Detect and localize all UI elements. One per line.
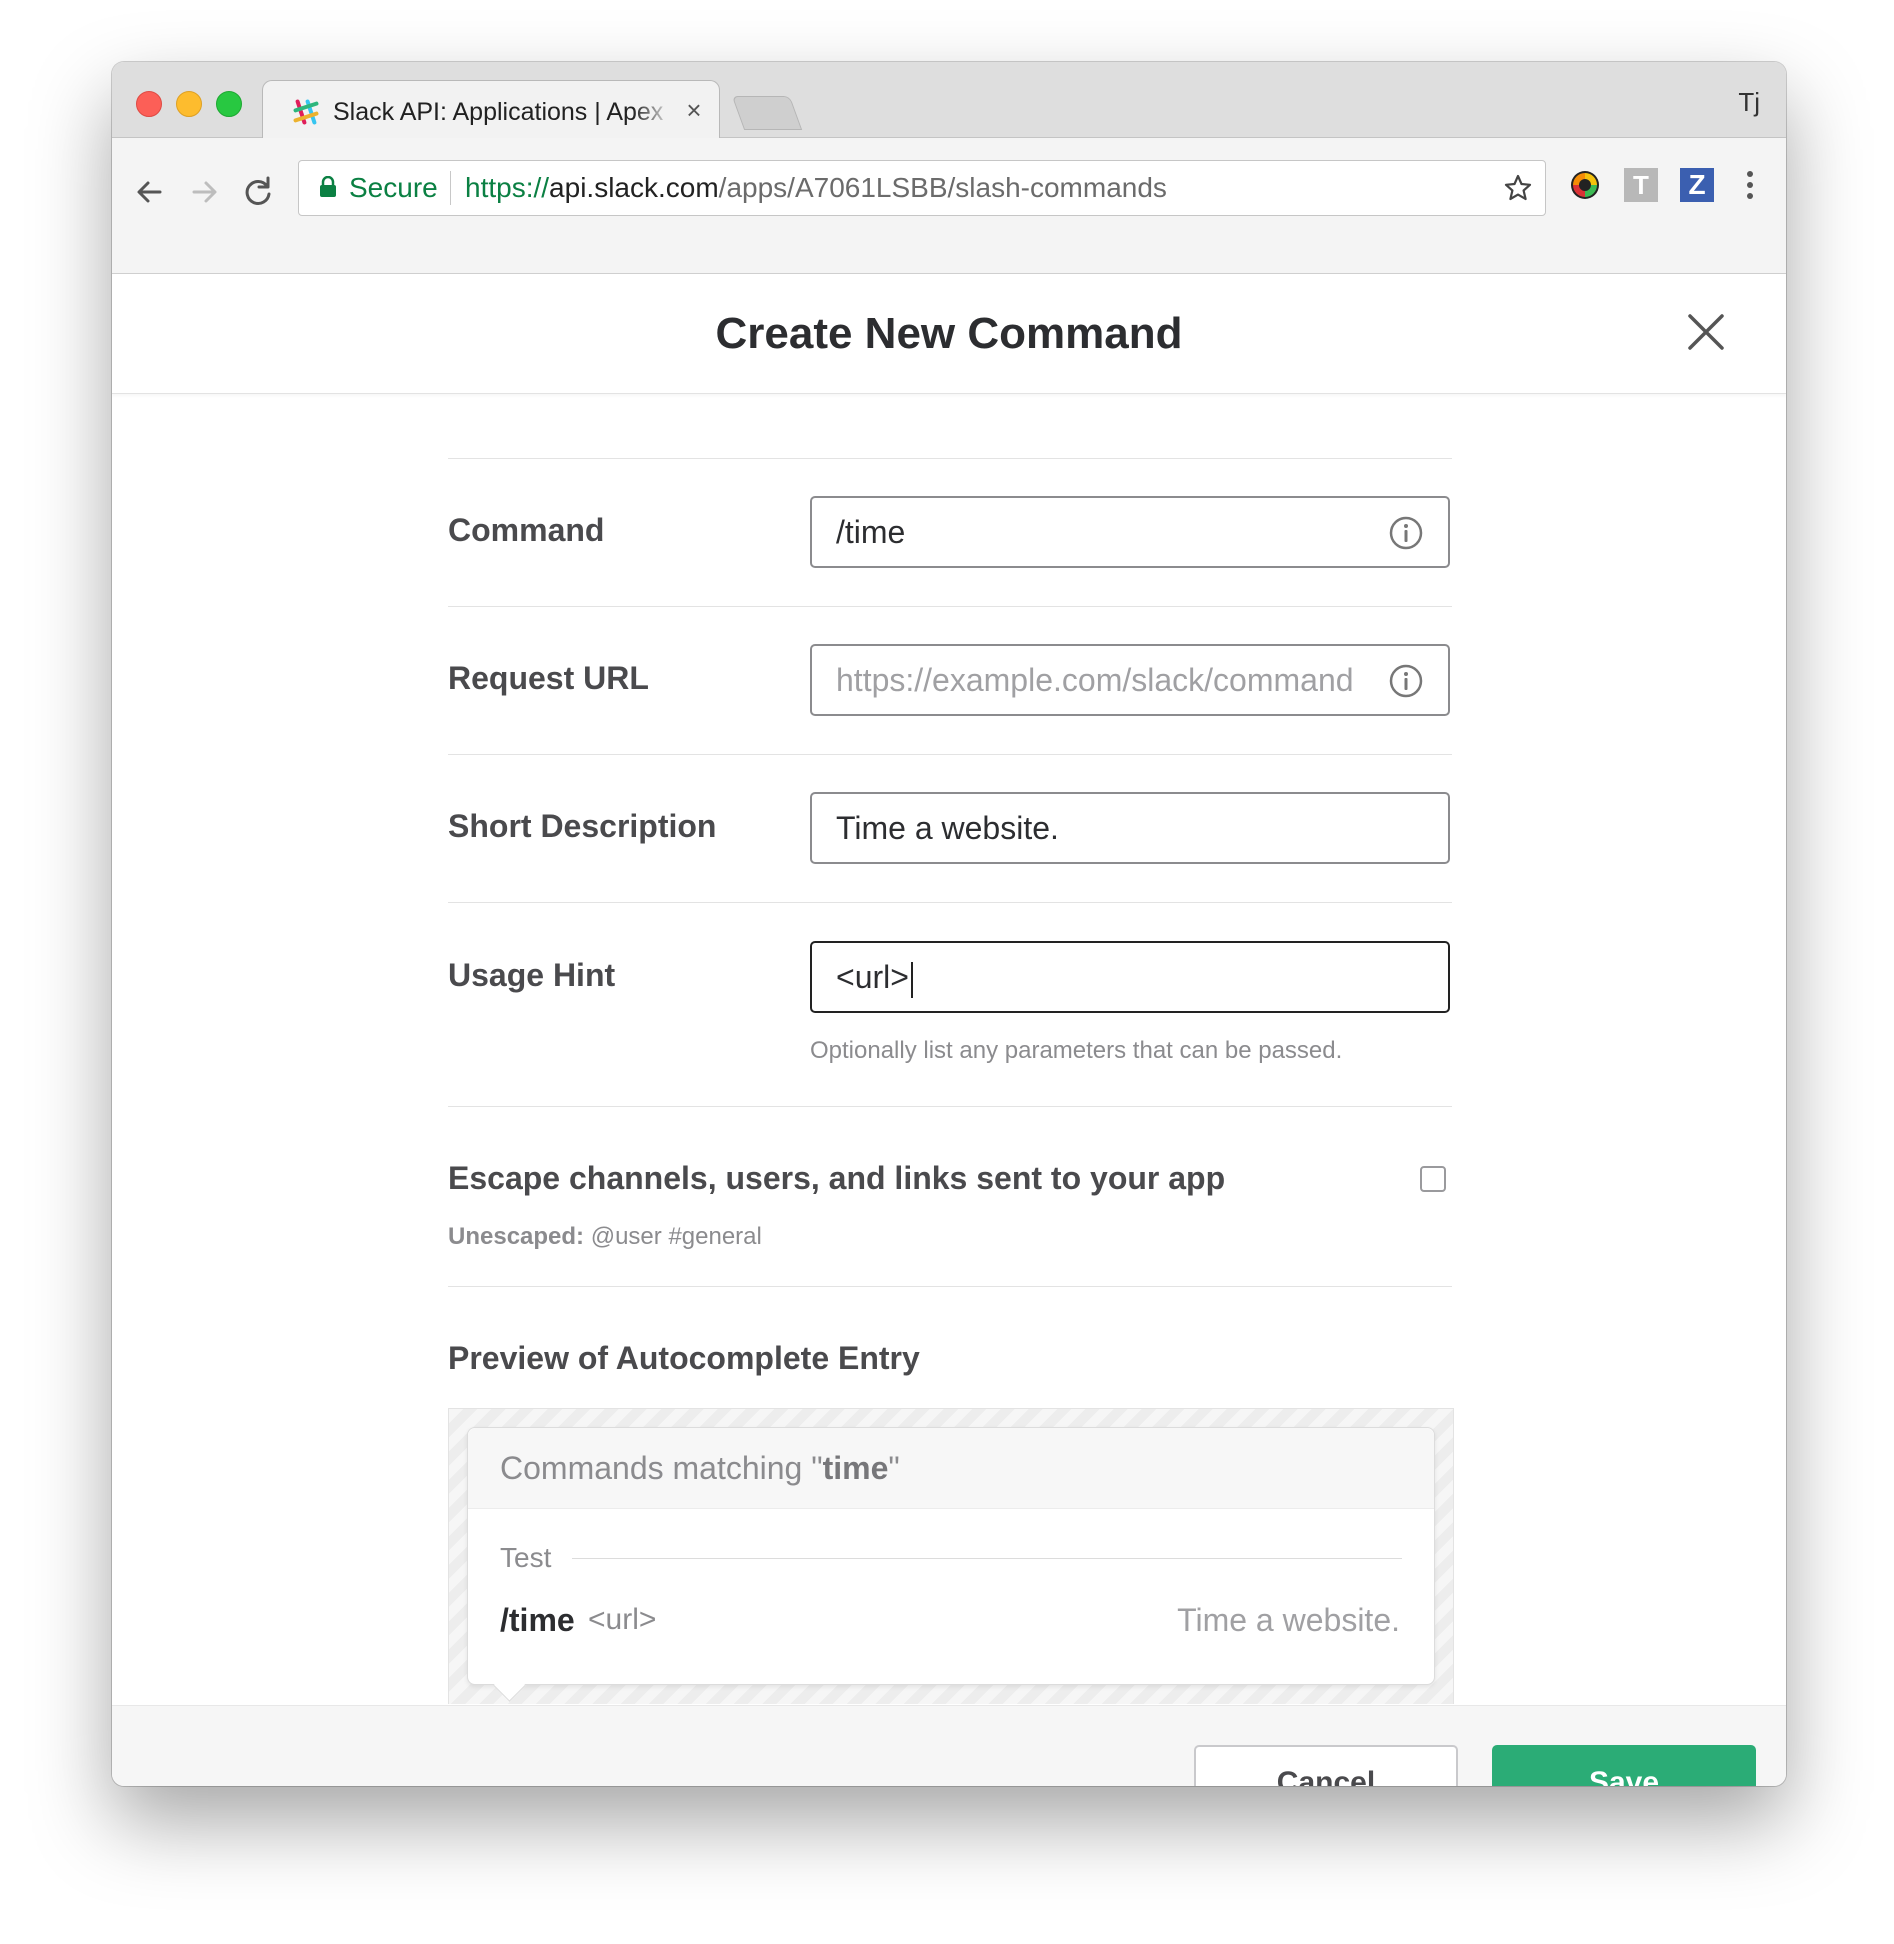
divider	[448, 1106, 1452, 1107]
autocomplete-description: Time a website.	[1177, 1602, 1400, 1638]
bookmark-star-icon[interactable]	[1503, 173, 1533, 203]
divider	[448, 458, 1452, 459]
escape-example: Unescaped: @user #general	[448, 1220, 762, 1254]
request-url-label: Request URL	[448, 660, 649, 696]
omnibox-separator	[450, 171, 451, 205]
command-input[interactable]: /time	[810, 496, 1450, 568]
cancel-button[interactable]: Cancel	[1194, 1745, 1458, 1786]
usage-hint-help: Optionally list any parameters that can …	[810, 1037, 1343, 1064]
tab-close-icon[interactable]: ×	[679, 93, 709, 127]
back-arrow-icon[interactable]	[130, 172, 170, 212]
escape-example-label: Unescaped:	[448, 1223, 585, 1250]
forward-arrow-icon[interactable]	[184, 172, 224, 212]
autocomplete-preview: Commands matching "time" Test /time <url…	[448, 1408, 1454, 1704]
usage-hint-input[interactable]: <url>	[810, 941, 1450, 1013]
info-icon[interactable]	[1388, 515, 1424, 551]
divider	[448, 606, 1452, 607]
url-path: /apps/A7061LSBB/slash-commands	[718, 172, 1167, 203]
autocomplete-command: /time	[500, 1602, 575, 1638]
command-input-value: /time	[836, 514, 906, 550]
request-url-input[interactable]: https://example.com/slack/command	[810, 644, 1450, 716]
short-description-input[interactable]: Time a website.	[810, 792, 1450, 864]
command-label: Command	[448, 512, 605, 548]
autocomplete-hint: <url>	[588, 1603, 657, 1636]
divider	[448, 902, 1452, 903]
modal-title: Create New Command	[715, 309, 1183, 358]
autocomplete-header-prefix: Commands matching "	[500, 1450, 823, 1486]
new-tab-button[interactable]	[731, 96, 803, 130]
zoom-window-button[interactable]	[216, 91, 242, 117]
browser-window: Slack API: Applications | Apex × Tj Secu…	[112, 62, 1786, 1786]
browser-toolbar: Secure https://api.slack.com/apps/A7061L…	[112, 138, 1786, 274]
autocomplete-group-label: Test	[500, 1542, 552, 1573]
close-window-button[interactable]	[136, 91, 162, 117]
preview-title: Preview of Autocomplete Entry	[448, 1340, 920, 1376]
url-scheme: https://	[465, 172, 550, 203]
short-description-label: Short Description	[448, 808, 717, 844]
extension-t-icon[interactable]: T	[1624, 168, 1658, 202]
usage-hint-value: <url>	[836, 959, 909, 995]
escape-option-label: Escape channels, users, and links sent t…	[448, 1160, 1226, 1196]
autocomplete-header-suffix: "	[888, 1450, 900, 1486]
close-icon[interactable]	[1682, 308, 1730, 356]
autocomplete-query: time	[822, 1450, 889, 1486]
escape-example-value: @user #general	[590, 1223, 762, 1250]
autocomplete-header: Commands matching "time"	[468, 1428, 1434, 1509]
title-bar: Slack API: Applications | Apex × Tj	[112, 62, 1786, 139]
browser-menu-icon[interactable]	[1740, 168, 1760, 202]
escape-checkbox[interactable]	[1420, 1166, 1446, 1192]
autocomplete-header-text: Commands matching "time"	[500, 1446, 900, 1490]
profile-button[interactable]: Tj	[1738, 82, 1760, 122]
divider	[448, 754, 1452, 755]
browser-tab-active[interactable]: Slack API: Applications | Apex ×	[262, 80, 720, 139]
divider	[448, 1286, 1452, 1287]
short-description-value: Time a website.	[836, 810, 1059, 846]
modal-header: Create New Command	[112, 274, 1786, 394]
info-icon[interactable]	[1388, 663, 1424, 699]
save-button[interactable]: Save	[1492, 1745, 1756, 1786]
tab-title: Slack API: Applications | Apex	[333, 95, 673, 129]
request-url-placeholder: https://example.com/slack/command	[836, 662, 1354, 698]
url-host: api.slack.com	[549, 172, 719, 203]
text-caret	[910, 961, 913, 998]
lock-icon	[320, 176, 336, 197]
autocomplete-card: Commands matching "time" Test /time <url…	[467, 1427, 1435, 1685]
address-bar[interactable]: Secure https://api.slack.com/apps/A7061L…	[298, 160, 1546, 216]
extension-color-icon[interactable]	[1568, 168, 1602, 202]
autocomplete-group-divider	[572, 1558, 1402, 1559]
reload-icon[interactable]	[238, 172, 278, 212]
minimize-window-button[interactable]	[176, 91, 202, 117]
secure-label: Secure	[349, 172, 438, 203]
usage-hint-label: Usage Hint	[448, 957, 616, 993]
url-text[interactable]: https://api.slack.com/apps/A7061LSBB/sla…	[465, 169, 1167, 207]
extension-z-icon[interactable]: Z	[1680, 168, 1714, 202]
command-form: Command /time Request URL https://exampl…	[112, 394, 1786, 1704]
slack-logo-icon	[293, 99, 319, 125]
